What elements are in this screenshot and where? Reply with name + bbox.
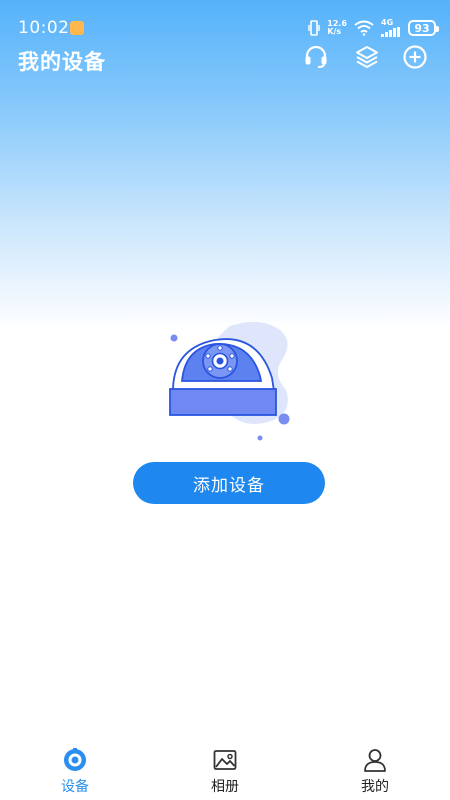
tab-album-label: 相册 (211, 779, 239, 795)
tab-album[interactable]: 相册 (150, 740, 300, 800)
notification-app-icon (70, 21, 84, 35)
network-speed: 12.6 K/s (327, 20, 347, 36)
signal-bars-icon (381, 27, 400, 37)
tab-devices[interactable]: 设备 (0, 740, 150, 800)
bottom-navigation: 设备 相册 我的 (0, 740, 450, 800)
status-indicators: 12.6 K/s 4G 93 (308, 16, 439, 40)
page-title: 我的设备 (18, 50, 106, 74)
network-type: 4G (381, 18, 394, 27)
layers-icon[interactable] (354, 44, 380, 70)
headset-icon[interactable] (303, 44, 329, 70)
vibrate-icon (308, 20, 320, 36)
tab-profile[interactable]: 我的 (300, 740, 450, 800)
add-circle-icon[interactable] (402, 44, 428, 70)
add-device-button[interactable]: 添加设备 (133, 462, 325, 504)
tab-devices-label: 设备 (61, 779, 89, 795)
network-speed-unit: K/s (327, 27, 342, 36)
wifi-icon (354, 20, 374, 36)
battery-level: 93 (414, 21, 430, 35)
tab-profile-label: 我的 (361, 779, 389, 795)
cellular-signal: 4G (381, 19, 401, 37)
person-icon (364, 749, 386, 772)
camera-device-icon (64, 748, 86, 771)
status-time: 10:02 (18, 18, 70, 38)
empty-device-illustration (169, 321, 290, 441)
battery-indicator: 93 (408, 20, 439, 36)
app-header: 我的设备 (0, 38, 450, 80)
status-bar: 10:02 12.6 K/s 4G 93 (0, 0, 450, 38)
photo-album-icon (213, 750, 237, 770)
